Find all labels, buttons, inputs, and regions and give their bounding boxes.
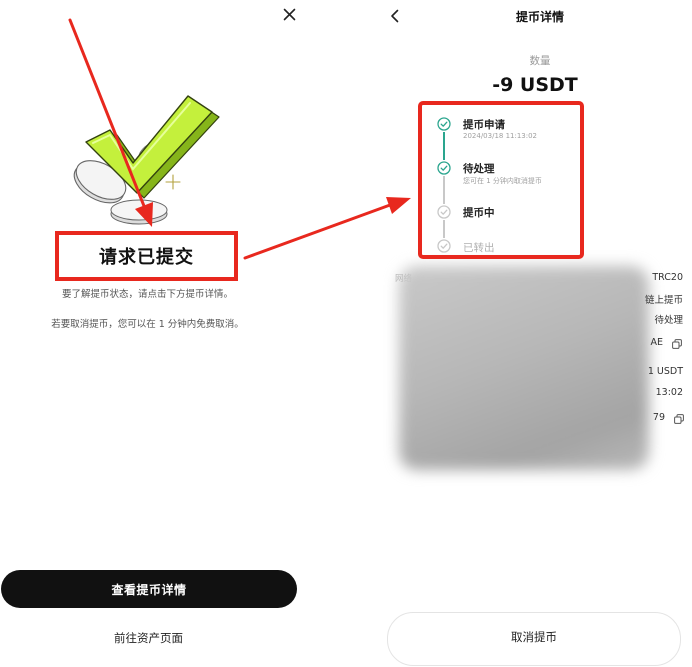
go-to-assets-link[interactable]: 前往资产页面 [0, 630, 297, 646]
view-withdrawal-details-label: 查看提币详情 [111, 582, 187, 597]
detail-value-status: 待处理 [654, 315, 683, 326]
detail-value-type: 链上提币 [644, 295, 683, 306]
timeline-step-title: 待处理 [463, 163, 495, 175]
copy-icon[interactable] [674, 414, 684, 424]
amount-value: -9 USDT [492, 74, 578, 96]
timeline-step-note: 您可在 1 分钟内取消提币 [463, 177, 542, 185]
amount-label: 数量 [529, 55, 551, 67]
chevron-left-icon[interactable] [390, 9, 399, 23]
detail-value-address: AE [650, 337, 663, 348]
detail-value-time: 13:02 [655, 387, 683, 398]
success-checkmark-illustration [73, 95, 220, 225]
timeline-check-icon [437, 205, 451, 219]
request-submitted-title: 请求已提交 [99, 247, 194, 268]
copy-icon[interactable] [672, 339, 682, 349]
timeline-step-title: 提币申请 [463, 119, 505, 131]
coin-icon [110, 199, 168, 225]
cancel-withdrawal-label: 取消提币 [511, 630, 557, 644]
status-hint-text: 要了解提币状态，请点击下方提币详情。 [61, 289, 233, 300]
detail-value-network: TRC20 [652, 272, 683, 283]
withdrawal-submitted-screen: 请求已提交 要了解提币状态，请点击下方提币详情。 若要取消提币，您可以在 1 分… [0, 0, 305, 667]
timeline-check-icon [437, 161, 451, 175]
close-icon[interactable] [283, 8, 296, 21]
timeline-connector [443, 132, 445, 160]
timeline-step-timestamp: 2024/03/18 11:13:02 [463, 132, 538, 140]
page-title: 提币详情 [515, 10, 564, 24]
sparkle-icon [165, 174, 181, 190]
timeline-connector [443, 176, 445, 204]
withdrawal-details-screen: 提币详情 数量 -9 USDT 提币申请 2024/03/18 11:13:02… [383, 0, 692, 667]
detail-value-amount: 1 USDT [647, 366, 683, 377]
privacy-blur-overlay [399, 266, 649, 470]
timeline-check-icon [437, 117, 451, 131]
cancel-hint-text: 若要取消提币，您可以在 1 分钟内免费取消。 [51, 319, 244, 330]
cancel-withdrawal-button[interactable]: 取消提币 [387, 612, 681, 666]
timeline-connector [443, 220, 445, 238]
timeline-check-icon [437, 239, 451, 253]
detail-value-txid: 79 [652, 412, 665, 423]
timeline-step-title: 已转出 [463, 242, 495, 254]
view-withdrawal-details-button[interactable]: 查看提币详情 [1, 570, 297, 608]
timeline-step-title: 提币中 [463, 207, 495, 219]
